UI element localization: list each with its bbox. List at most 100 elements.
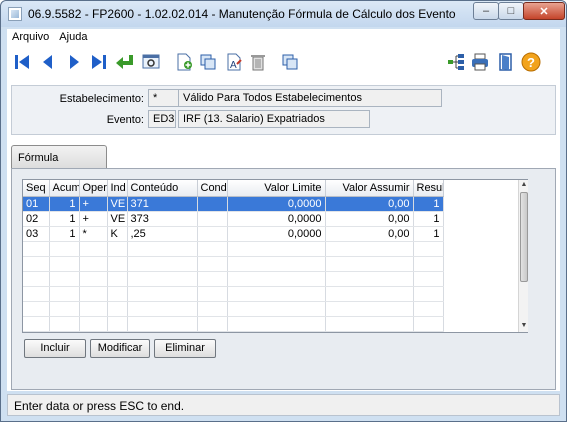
duplicate-button[interactable] [279, 51, 301, 73]
close-button[interactable]: ✕ [523, 2, 565, 20]
tree-button[interactable] [445, 51, 467, 73]
cell-valor-assumir: 0,00 [325, 211, 414, 227]
cell-conteudo: 373 [127, 211, 198, 227]
column-header-valor-assumir[interactable]: Valor Assumir [325, 180, 414, 197]
exit-door-icon [499, 53, 512, 71]
first-record-icon [15, 55, 29, 69]
cell-cond [197, 226, 228, 242]
column-header-ind[interactable]: Ind [107, 180, 128, 197]
window-title: 06.9.5582 - FP2600 - 1.02.02.014 - Manut… [28, 7, 456, 21]
formula-tab-panel: Seq Acum Oper Ind Conteúdo Cond Valor Li… [11, 168, 556, 390]
evento-code-field[interactable]: ED3 [148, 110, 176, 128]
cell-resul: 1 [413, 226, 444, 242]
help-button[interactable]: ? [520, 51, 542, 73]
table-row[interactable]: 03 1 * K ,25 0,0000 0,00 1 [23, 226, 444, 242]
svg-text:A: A [230, 60, 237, 71]
column-header-valor-limite[interactable]: Valor Limite [227, 180, 326, 197]
cell-acum: 1 [49, 196, 80, 212]
grid-header-row: Seq Acum Oper Ind Conteúdo Cond Valor Li… [23, 180, 444, 197]
grid-vertical-scrollbar[interactable]: ▲ ▼ [518, 180, 528, 332]
help-icon: ? [521, 52, 541, 72]
scroll-down-icon[interactable]: ▼ [519, 321, 529, 331]
new-record-button[interactable] [173, 51, 195, 73]
estabelecimento-label: Estabelecimento: [59, 93, 144, 105]
empty-row [23, 316, 444, 332]
search-window-icon [142, 54, 160, 69]
tab-formula[interactable]: Fórmula [11, 145, 107, 169]
cell-ind: VE [107, 211, 128, 227]
search-button[interactable] [140, 51, 162, 73]
edit-document-icon: A [227, 53, 242, 71]
evento-label: Evento: [106, 114, 144, 126]
modificar-button[interactable]: Modificar [90, 339, 150, 358]
copy-button[interactable] [197, 51, 219, 73]
new-document-icon [177, 53, 192, 71]
cell-conteudo: 371 [127, 196, 198, 212]
empty-row [23, 256, 444, 272]
estabelecimento-desc-field: Válido Para Todos Estabelecimentos [178, 89, 442, 107]
app-icon [8, 7, 22, 21]
cell-valor-limite: 0,0000 [227, 196, 326, 212]
column-header-acum[interactable]: Acum [49, 180, 80, 197]
column-header-conteudo[interactable]: Conteúdo [127, 180, 198, 197]
print-button[interactable] [469, 51, 491, 73]
goto-button[interactable] [114, 51, 136, 73]
empty-row [23, 301, 444, 317]
toolbar: A ? [7, 45, 560, 79]
column-header-seq[interactable]: Seq [23, 180, 50, 197]
cell-cond [197, 211, 228, 227]
cell-acum: 1 [49, 211, 80, 227]
cell-valor-limite: 0,0000 [227, 211, 326, 227]
cell-valor-limite: 0,0000 [227, 226, 326, 242]
cell-seq: 03 [23, 226, 50, 242]
cell-conteudo: ,25 [127, 226, 198, 242]
exit-button[interactable] [495, 51, 517, 73]
tree-structure-icon [448, 54, 464, 70]
next-record-icon [70, 55, 79, 69]
previous-record-button[interactable] [37, 51, 59, 73]
menu-ajuda[interactable]: Ajuda [54, 31, 92, 43]
next-record-button[interactable] [63, 51, 85, 73]
column-header-oper[interactable]: Oper [79, 180, 108, 197]
cell-acum: 1 [49, 226, 80, 242]
menu-bar: Arquivo Ajuda [7, 29, 560, 45]
cell-oper: + [79, 196, 108, 212]
trash-icon [251, 55, 265, 71]
application-window: 06.9.5582 - FP2600 - 1.02.02.014 - Manut… [0, 0, 567, 422]
minimize-button[interactable]: – [473, 2, 499, 20]
printer-icon [472, 53, 488, 71]
title-bar: 06.9.5582 - FP2600 - 1.02.02.014 - Manut… [1, 1, 566, 27]
formula-grid[interactable]: Seq Acum Oper Ind Conteúdo Cond Valor Li… [22, 179, 528, 333]
table-row[interactable]: 01 1 + VE 371 0,0000 0,00 1 [23, 196, 444, 212]
last-record-button[interactable] [88, 51, 110, 73]
return-arrow-icon [116, 55, 133, 69]
first-record-button[interactable] [11, 51, 33, 73]
cell-seq: 02 [23, 211, 50, 227]
incluir-button[interactable]: Incluir [24, 339, 86, 358]
delete-button[interactable] [247, 51, 269, 73]
edit-button[interactable]: A [223, 51, 245, 73]
eliminar-button[interactable]: Eliminar [154, 339, 216, 358]
duplicate-icon [282, 54, 298, 70]
cell-resul: 1 [413, 211, 444, 227]
main-content: Estabelecimento: * Válido Para Todos Est… [7, 79, 560, 391]
cell-valor-assumir: 0,00 [325, 226, 414, 242]
status-bar: Enter data or press ESC to end. [7, 394, 560, 416]
last-record-icon [92, 55, 106, 69]
scroll-up-icon[interactable]: ▲ [519, 180, 529, 190]
scroll-thumb[interactable] [520, 192, 528, 282]
column-header-cond[interactable]: Cond [197, 180, 228, 197]
maximize-button[interactable]: □ [498, 2, 524, 20]
header-fields-group: Estabelecimento: * Válido Para Todos Est… [11, 85, 556, 135]
cell-valor-assumir: 0,00 [325, 196, 414, 212]
table-row[interactable]: 02 1 + VE 373 0,0000 0,00 1 [23, 211, 444, 227]
empty-row [23, 286, 444, 302]
menu-arquivo[interactable]: Arquivo [7, 31, 54, 43]
svg-text:?: ? [527, 55, 535, 70]
evento-desc-field: IRF (13. Salario) Expatriados [178, 110, 370, 128]
cell-resul: 1 [413, 196, 444, 212]
column-header-resul[interactable]: Resul [413, 180, 444, 197]
cell-oper: + [79, 211, 108, 227]
cell-ind: VE [107, 196, 128, 212]
cell-cond [197, 196, 228, 212]
